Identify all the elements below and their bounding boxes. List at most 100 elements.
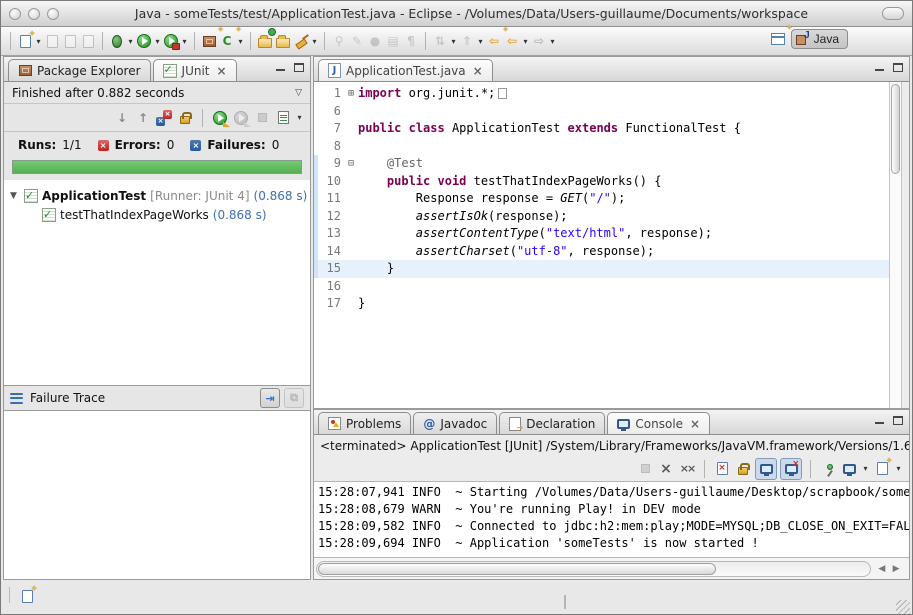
minimize-view-icon[interactable]: [875, 416, 885, 425]
run-external-caret[interactable]: [180, 32, 189, 50]
display-selected-console-icon[interactable]: [840, 460, 858, 478]
next-annotation-caret[interactable]: [476, 32, 485, 50]
code-line[interactable]: 17}: [314, 295, 889, 313]
show-console-on-stderr-icon[interactable]: [780, 458, 802, 480]
debug-icon[interactable]: [108, 32, 126, 50]
code-lines[interactable]: 1⊞import org.junit.*;67public class Appl…: [314, 82, 889, 408]
back-caret[interactable]: [521, 32, 530, 50]
paintbrush-icon[interactable]: [292, 32, 310, 50]
tab-application-test[interactable]: J ApplicationTest.java ×: [318, 59, 493, 81]
tab-javadoc[interactable]: @ Javadoc: [413, 412, 497, 434]
maximize-view-icon[interactable]: [294, 63, 304, 72]
new-java-package-icon[interactable]: [200, 32, 218, 50]
scrollbar-track[interactable]: [316, 561, 871, 577]
fold-minus-icon[interactable]: ⊟: [344, 155, 358, 173]
resize-grip[interactable]: [896, 600, 910, 614]
code-line[interactable]: 15 }: [314, 260, 889, 278]
new-java-class-icon[interactable]: C: [218, 32, 236, 50]
code-line[interactable]: 1⊞import org.junit.*;: [314, 85, 889, 103]
close-icon[interactable]: ×: [217, 64, 227, 78]
maximize-view-icon[interactable]: [893, 63, 903, 72]
statusbar-tick: [564, 595, 566, 609]
overview-ruler[interactable]: [901, 82, 909, 408]
last-edit-location-icon[interactable]: ⇦: [485, 32, 503, 50]
run-icon[interactable]: [135, 32, 153, 50]
clear-console-icon[interactable]: [713, 460, 731, 478]
test-run-history-icon[interactable]: [274, 109, 292, 127]
console-output[interactable]: 15:28:07,941 INFO ~ Starting /Volumes/Da…: [314, 482, 909, 557]
java-perspective-button[interactable]: Java: [791, 29, 848, 49]
open-folder-new-icon[interactable]: [256, 32, 274, 50]
rerun-test-icon[interactable]: [211, 109, 229, 127]
package-explorer-icon: [18, 62, 32, 80]
minimize-window-button[interactable]: [28, 8, 40, 20]
console-horizontal-scrollbar[interactable]: ◀ ▶: [314, 557, 909, 579]
junit-glyph: [163, 64, 177, 78]
paintbrush-caret[interactable]: [310, 32, 319, 50]
scroll-lock-icon[interactable]: [176, 109, 194, 127]
close-icon[interactable]: ×: [690, 417, 700, 431]
display-console-caret[interactable]: [861, 460, 870, 478]
minimize-view-icon[interactable]: [276, 63, 286, 72]
show-console-on-stdout-icon[interactable]: [755, 458, 777, 480]
editor-vertical-scrollbar[interactable]: [889, 82, 901, 408]
forward-caret[interactable]: [548, 32, 557, 50]
tree-row-suite[interactable]: ▼ ApplicationTest [Runner: JUnit 4] (0.8…: [4, 186, 310, 205]
new-java-class-caret[interactable]: [236, 32, 245, 50]
tab-console[interactable]: Console ×: [607, 412, 710, 434]
failure-trace-body[interactable]: [4, 411, 310, 579]
new-wizard-icon[interactable]: [16, 32, 34, 50]
close-window-button[interactable]: [9, 8, 21, 20]
code-line[interactable]: 7public class ApplicationTest extends Fu…: [314, 120, 889, 138]
new-stuff-icon[interactable]: [18, 587, 36, 605]
fold-plus-icon[interactable]: ⊞: [344, 85, 358, 103]
pin-glyph: [827, 464, 833, 470]
open-folder-icon[interactable]: [274, 32, 292, 50]
toolbar-toggle-button[interactable]: [882, 7, 904, 20]
scroll-left-icon[interactable]: ◀: [878, 564, 885, 574]
open-console-caret[interactable]: [894, 460, 903, 478]
run-caret[interactable]: [153, 32, 162, 50]
code-line[interactable]: 11 Response response = GET("/");: [314, 190, 889, 208]
junit-test-tree[interactable]: ▼ ApplicationTest [Runner: JUnit 4] (0.8…: [4, 180, 310, 386]
test-run-history-caret[interactable]: [295, 109, 304, 127]
remove-all-terminated-icon[interactable]: [678, 460, 696, 478]
code-line[interactable]: 8: [314, 138, 889, 156]
minimize-view-icon[interactable]: [875, 63, 885, 72]
code-line[interactable]: 10 public void testThatIndexPageWorks() …: [314, 173, 889, 191]
sort-caret[interactable]: [449, 32, 458, 50]
console-scroll-lock-icon[interactable]: [734, 460, 752, 478]
code-line[interactable]: 14 assertCharset("utf-8", response);: [314, 243, 889, 261]
run-external-tools-icon[interactable]: [162, 32, 180, 50]
pin-console-icon[interactable]: [819, 460, 837, 478]
expander-icon[interactable]: ▼: [10, 191, 20, 201]
open-console-icon[interactable]: [873, 460, 891, 478]
scrollbar-thumb[interactable]: [318, 563, 716, 575]
show-stacktrace-icon[interactable]: ⇥: [260, 388, 280, 408]
toolbar-separator: [425, 32, 426, 50]
runs-label: Runs:: [18, 138, 56, 152]
scrollbar-thumb[interactable]: [891, 84, 900, 174]
remove-launch-icon[interactable]: [657, 460, 675, 478]
code-line[interactable]: 13 assertContentType("text/html", respon…: [314, 225, 889, 243]
open-perspective-icon[interactable]: [769, 30, 787, 48]
code-line[interactable]: 16: [314, 278, 889, 296]
code-line[interactable]: 6: [314, 103, 889, 121]
zoom-window-button[interactable]: [47, 8, 59, 20]
debug-caret[interactable]: [126, 32, 135, 50]
tab-junit[interactable]: JUnit ×: [153, 59, 237, 81]
code-line[interactable]: 9⊟ @Test: [314, 155, 889, 173]
tree-row-test[interactable]: testThatIndexPageWorks (0.868 s): [4, 205, 310, 224]
tab-package-explorer[interactable]: Package Explorer: [8, 59, 151, 81]
tab-problems[interactable]: Problems: [318, 412, 411, 434]
view-menu-icon[interactable]: ▽: [295, 88, 302, 98]
close-icon[interactable]: ×: [473, 64, 483, 78]
scroll-right-icon[interactable]: ▶: [893, 564, 900, 574]
scrollbar-arrows[interactable]: ◀ ▶: [871, 564, 907, 574]
back-icon[interactable]: ⇦: [503, 32, 521, 50]
maximize-view-icon[interactable]: [893, 416, 903, 425]
tab-declaration[interactable]: Declaration: [499, 412, 605, 434]
show-failures-only-icon[interactable]: [155, 109, 173, 127]
code-line[interactable]: 12 assertIsOk(response);: [314, 208, 889, 226]
back-arrow-glyph: ⇦: [507, 35, 517, 47]
